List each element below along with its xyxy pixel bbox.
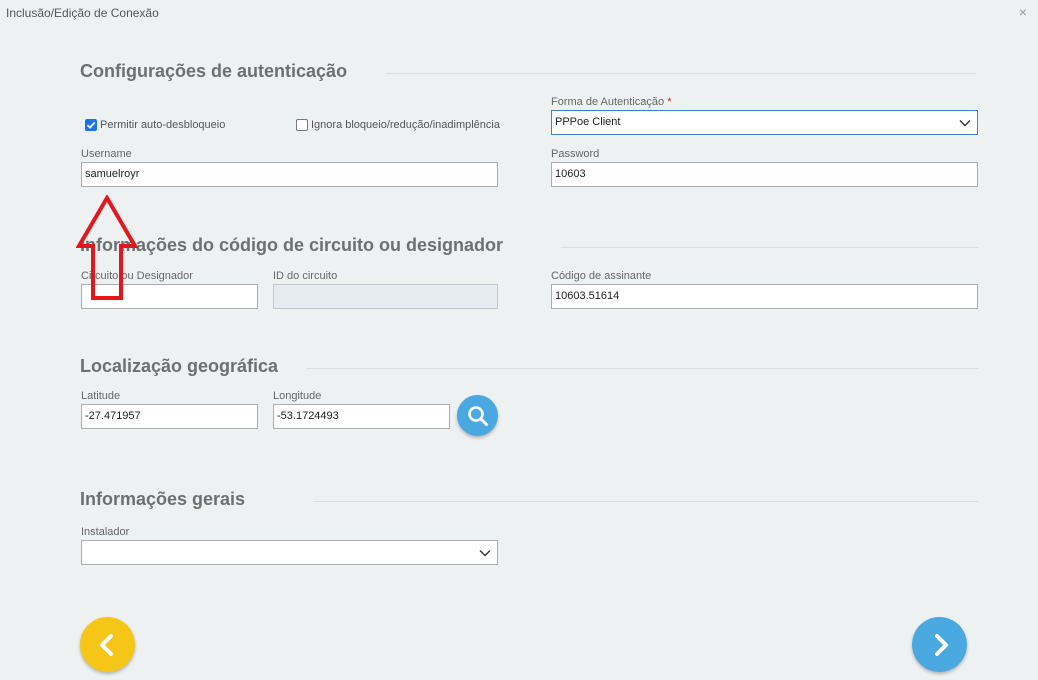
password-input[interactable]: 10603 [551,162,978,187]
installer-select[interactable] [81,540,498,565]
section-title-auth: Configurações de autenticação [80,61,348,81]
username-label: Username [81,148,132,160]
section-title-general: Informações gerais [80,489,246,509]
circuit-id-input [273,284,498,309]
checkbox-auto-unblock-label: Permitir auto-desbloqueio [100,119,226,131]
window-title: Inclusão/Edição de Conexão [6,6,159,20]
search-location-button[interactable] [457,395,498,436]
search-icon [467,405,488,426]
checkbox-ignore-block[interactable]: Ignora bloqueio/redução/inadimplência [296,119,500,131]
section-title-geo: Localização geográfica [80,356,279,376]
chevron-down-icon [959,120,971,127]
checkbox-checked-icon[interactable] [85,119,97,131]
checkbox-unchecked-icon[interactable] [296,119,308,131]
auth-method-label: Forma de Autenticação * [551,96,672,108]
chevron-left-icon [99,633,113,656]
close-icon[interactable]: × [1016,5,1030,19]
window-titlebar: Inclusão/Edição de Conexão × [0,0,1038,27]
username-input[interactable]: samuelroyr [81,162,498,187]
installer-label: Instalador [81,526,130,538]
next-button[interactable] [912,617,967,672]
circuit-id-label: ID do circuito [273,270,338,282]
auth-method-select[interactable]: PPPoe Client [551,110,978,135]
checkbox-auto-unblock[interactable]: Permitir auto-desbloqueio [85,119,225,131]
password-label: Password [551,148,600,160]
section-divider [386,73,976,74]
section-divider [306,368,978,369]
required-mark: * [667,96,672,108]
latitude-label: Latitude [81,390,121,402]
chevron-down-icon [479,550,491,557]
longitude-label: Longitude [273,390,322,402]
annotation-arrow-icon [76,195,138,300]
subscriber-code-input[interactable]: 10603.51614 [551,284,978,309]
section-divider [313,501,978,502]
back-button[interactable] [80,617,135,672]
section-divider [561,247,978,248]
section-title-circuit: Informações do código de circuito ou des… [80,235,504,255]
checkbox-ignore-block-label: Ignora bloqueio/redução/inadimplência [311,119,500,131]
latitude-input[interactable]: -27.471957 [81,404,258,429]
longitude-input[interactable]: -53.1724493 [273,404,450,429]
chevron-right-icon [934,633,948,656]
subscriber-code-label: Código de assinante [551,270,652,282]
